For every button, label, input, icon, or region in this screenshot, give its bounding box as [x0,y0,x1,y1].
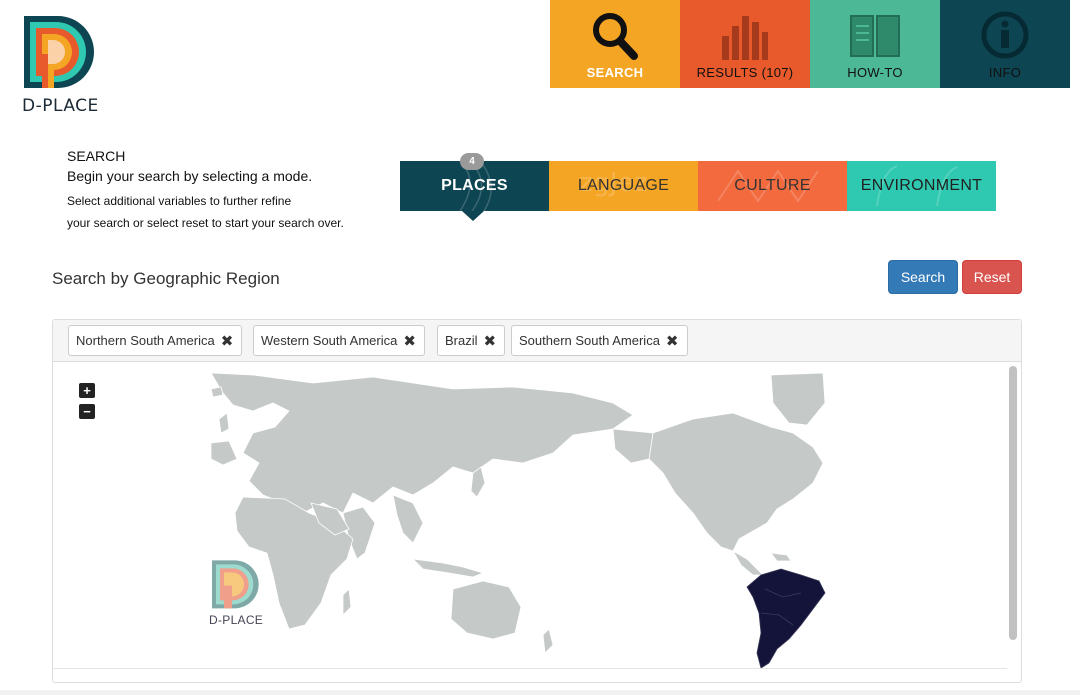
logo-text: D-PLACE [22,96,99,116]
page-bottom-edge [0,690,1080,695]
region-map-panel: Northern South America ✖ Western South A… [52,319,1022,683]
remove-icon[interactable]: ✖ [403,332,416,350]
region-chip-label: Northern South America [76,333,215,348]
nav-info[interactable]: INFO [940,0,1070,88]
mode-tabs: PLACES zgJez LANGUAGE CULTURE ENVIRONMEN… [400,161,996,211]
search-intro: SEARCH Begin your search by selecting a … [67,148,387,234]
search-icon [590,10,640,67]
region-chip[interactable]: Southern South America ✖ [511,325,688,356]
region-chip-label: Brazil [445,333,478,348]
region-chip-label: Western South America [261,333,398,348]
places-count-badge: 4 [460,153,484,170]
top-navigation: SEARCH RESULTS (107) HOW-TO INFO [550,0,1070,88]
region-chip-label: Southern South America [519,333,660,348]
region-chip[interactable]: Northern South America ✖ [68,325,243,356]
tab-culture-label: CULTURE [734,177,811,194]
zoom-out-button[interactable]: − [79,404,95,419]
world-map[interactable]: + − D-PLACE [53,363,1007,668]
book-icon [849,10,901,65]
search-button[interactable]: Search [888,260,958,294]
active-tab-pointer [462,211,484,221]
intro-line2: Select additional variables to further r… [67,194,292,208]
info-icon [980,10,1030,65]
world-map-svg[interactable] [53,363,1007,668]
section-title: Search by Geographic Region [52,269,280,288]
remove-icon[interactable]: ✖ [484,332,497,350]
map-bottom-divider [53,668,1007,669]
region-chip[interactable]: Western South America ✖ [253,325,425,356]
dplace-logo-mark [24,16,94,88]
tab-culture[interactable]: CULTURE [698,161,847,211]
remove-icon[interactable]: ✖ [666,332,679,350]
selected-regions-bar: Northern South America ✖ Western South A… [53,320,1021,362]
nav-results[interactable]: RESULTS (107) [680,0,810,88]
map-watermark-text: D-PLACE [209,613,264,627]
region-chip[interactable]: Brazil ✖ [437,325,506,356]
tab-language[interactable]: zgJez LANGUAGE [549,161,698,211]
intro-line3: your search or select reset to start you… [67,216,344,230]
vertical-scrollbar[interactable] [1009,366,1017,640]
dplace-logo[interactable]: D-PLACE [22,14,102,116]
nav-results-label: RESULTS (107) [696,65,794,80]
map-watermark-logo [212,560,259,609]
tab-environment-label: ENVIRONMENT [860,177,983,194]
nav-info-label: INFO [988,65,1022,80]
tab-language-label: LANGUAGE [577,177,670,194]
nav-howto[interactable]: HOW-TO [810,0,940,88]
remove-icon[interactable]: ✖ [221,332,234,350]
intro-heading: SEARCH [67,148,126,164]
south-america-selected[interactable] [746,568,826,668]
intro-line1: Begin your search by selecting a mode. [67,168,313,184]
nav-search-label: SEARCH [586,65,644,80]
zoom-in-button[interactable]: + [79,383,95,398]
reset-button[interactable]: Reset [962,260,1022,294]
bar-chart-icon [720,10,770,67]
tab-places-label: PLACES [441,177,508,194]
tab-environment[interactable]: ENVIRONMENT [847,161,996,211]
nav-search[interactable]: SEARCH [550,0,680,88]
nav-howto-label: HOW-TO [847,65,903,80]
